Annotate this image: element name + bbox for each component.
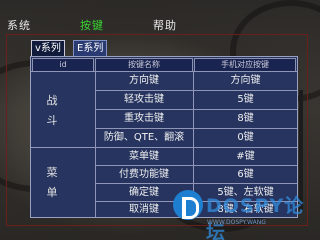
phone-key: 6键 xyxy=(237,169,254,180)
menu-keys[interactable]: 按键 xyxy=(80,17,104,33)
row-divider xyxy=(95,90,297,91)
row-divider xyxy=(95,183,297,184)
tab-e-series[interactable]: E系列 xyxy=(73,40,108,56)
watermark-logo-icon xyxy=(173,190,203,220)
menu-help[interactable]: 帮助 xyxy=(153,17,177,33)
phone-key: 0键 xyxy=(237,132,254,143)
key-name: 方向键 xyxy=(129,75,159,86)
phone-key: 5键 xyxy=(237,94,254,105)
row-divider xyxy=(95,128,297,129)
watermark-url: WWW.DOSPY.WANG xyxy=(207,219,266,226)
game-screen: 系统 按键 帮助 v系列 E系列 id 按键名称 手机对应按键 战斗 菜单 方向… xyxy=(0,0,320,240)
key-name: 重攻击键 xyxy=(124,113,164,124)
group-label-menu: 菜单 xyxy=(46,166,58,199)
group-label-battle: 战斗 xyxy=(46,94,58,127)
key-name: 轻攻击键 xyxy=(124,94,164,105)
key-name: 菜单键 xyxy=(129,151,159,162)
header-phone-key: 手机对应按键 xyxy=(194,58,296,72)
row-divider xyxy=(95,165,297,166)
phone-key: #键 xyxy=(236,151,255,162)
top-menu: 系统 按键 帮助 xyxy=(0,0,320,38)
row-divider xyxy=(95,109,297,110)
phone-key: 8键 xyxy=(237,113,254,124)
group-divider xyxy=(31,147,297,148)
tab-v-series[interactable]: v系列 xyxy=(31,40,65,56)
phone-key: 方向键 xyxy=(230,75,261,86)
key-name: 付费功能键 xyxy=(119,169,169,180)
header-id: id xyxy=(32,58,94,72)
header-key-name: 按键名称 xyxy=(95,58,193,72)
watermark-text: DOSPY论坛 xyxy=(206,195,305,240)
menu-system[interactable]: 系统 xyxy=(7,17,31,33)
header-divider xyxy=(31,71,297,72)
key-name: 防御、QTE、翻滚 xyxy=(103,132,185,143)
